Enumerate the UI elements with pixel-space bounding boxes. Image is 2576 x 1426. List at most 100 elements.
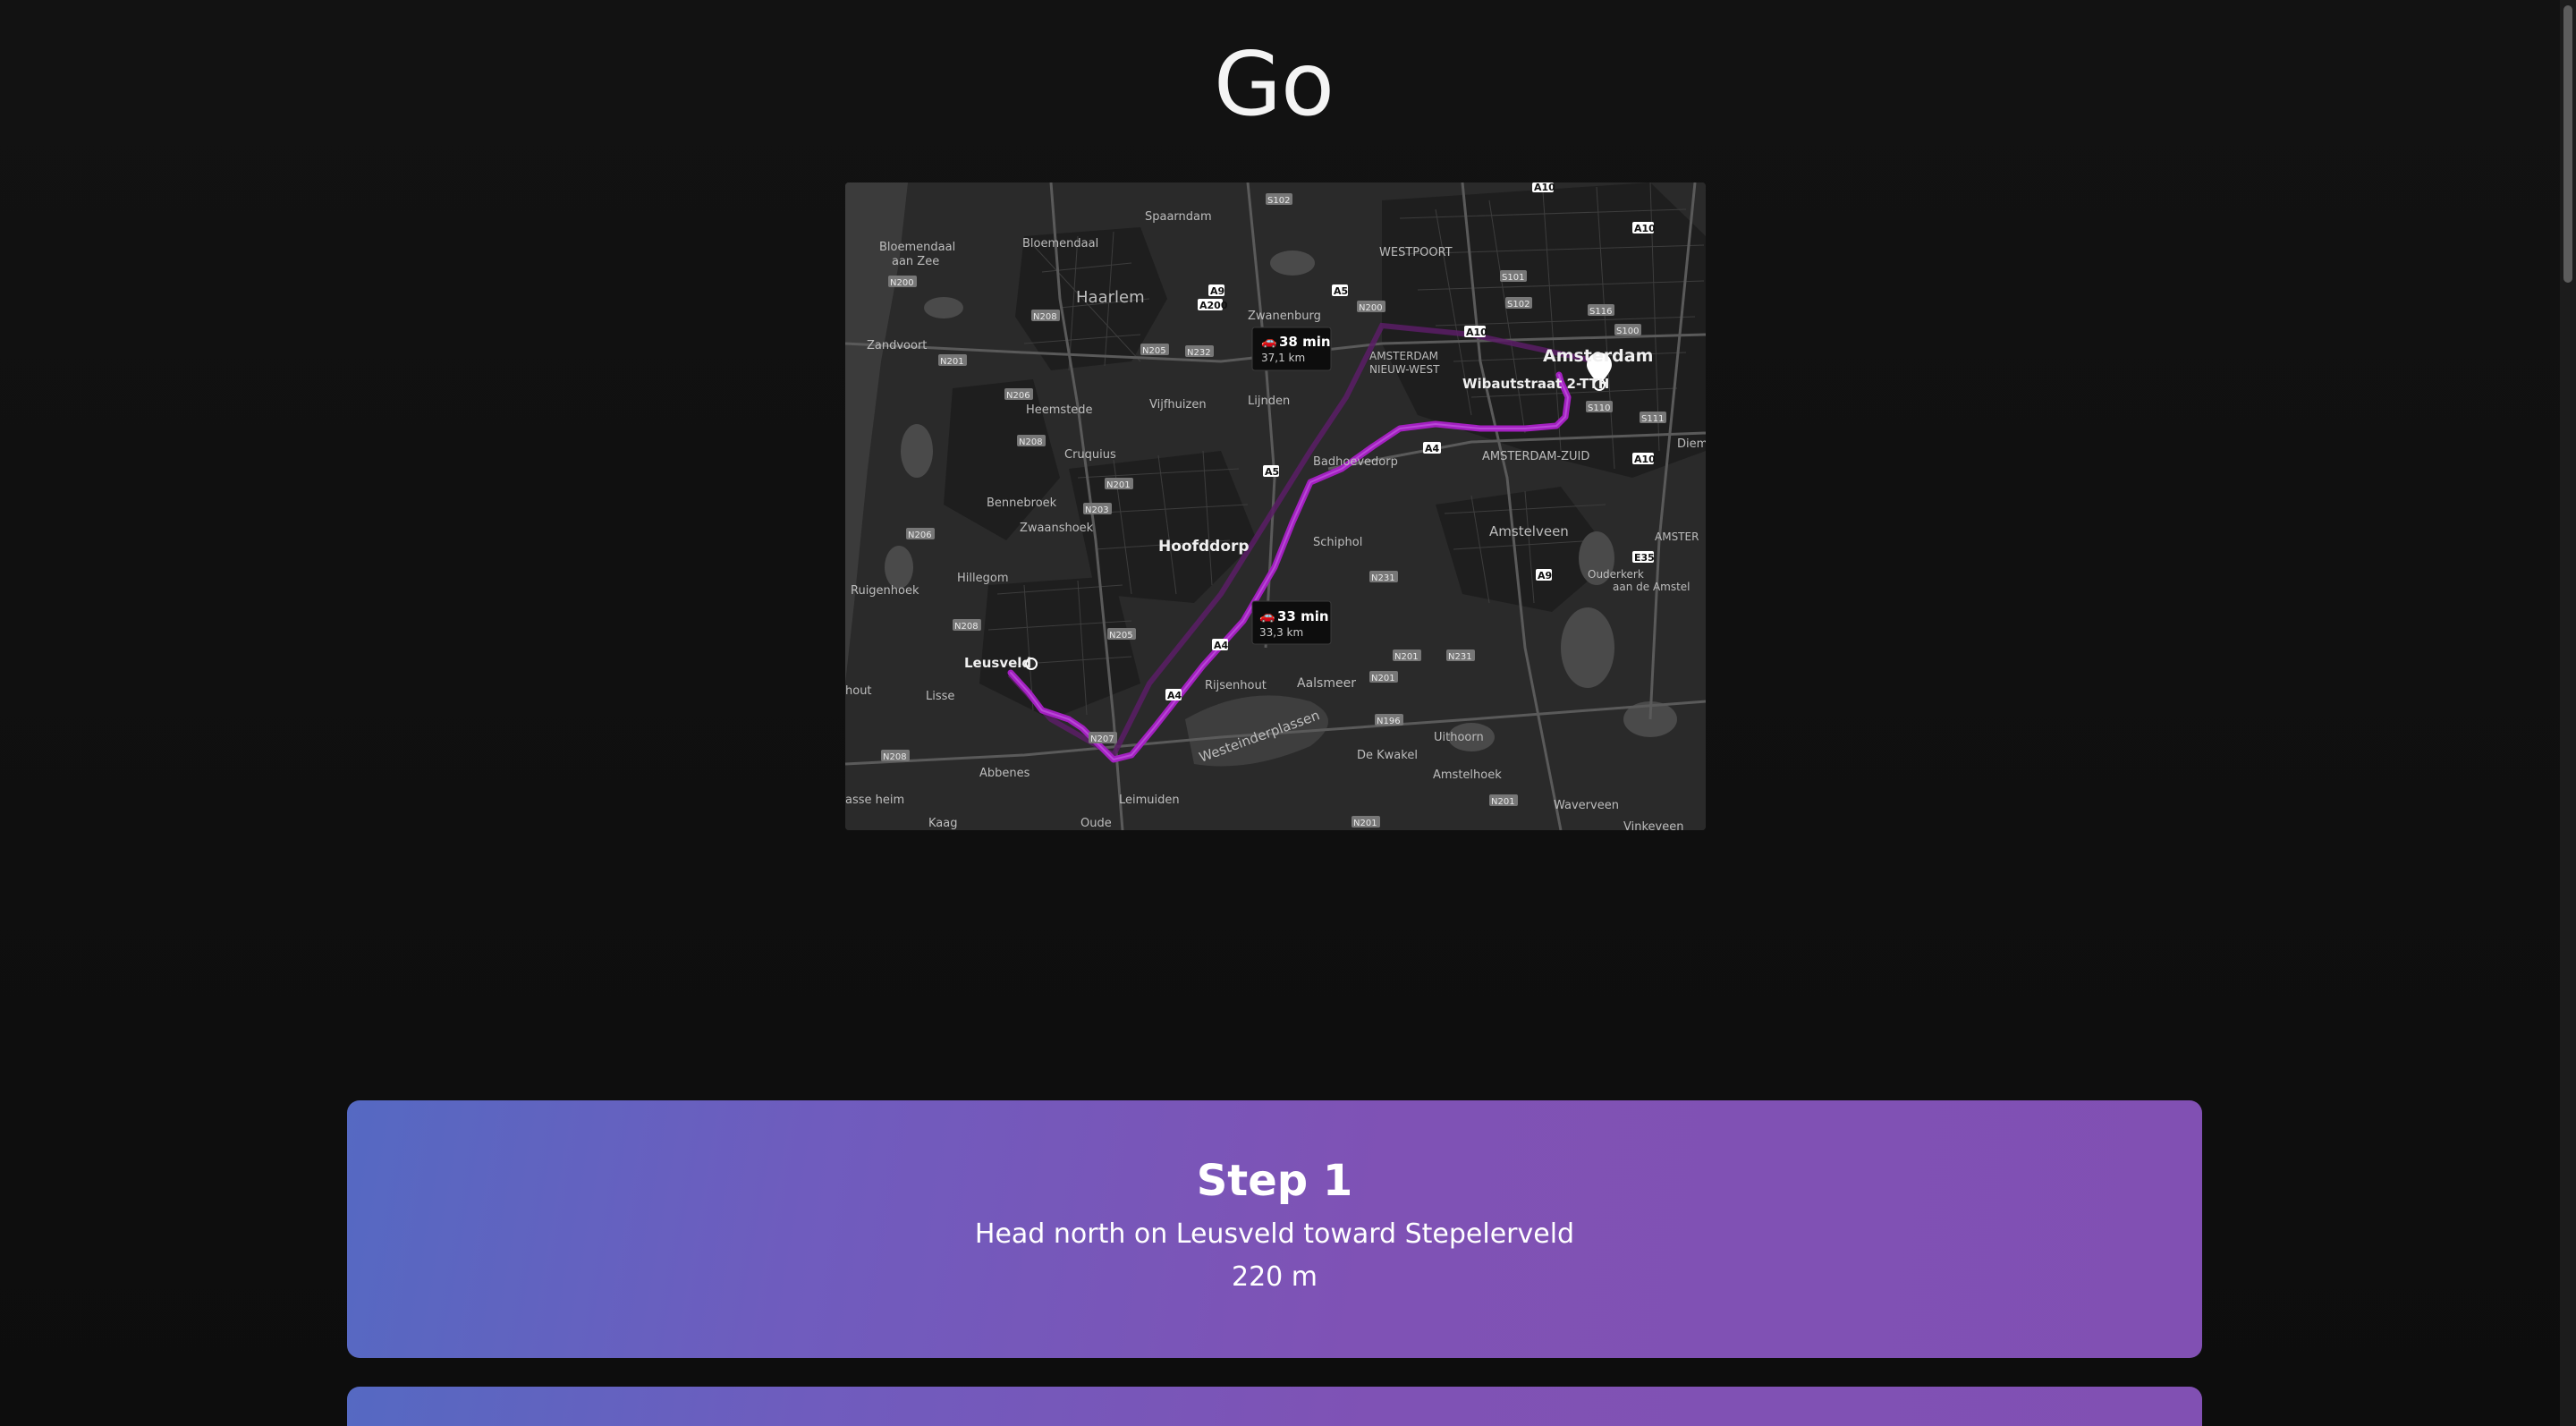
- highway-shield: A9: [1208, 284, 1224, 297]
- highway-shield: A9: [1536, 569, 1552, 581]
- place-label: Zwaanshoek: [1020, 522, 1094, 535]
- highway-shield: A10: [1464, 326, 1487, 338]
- svg-text:N208: N208: [883, 752, 907, 762]
- place-label: Zwanenburg: [1248, 310, 1321, 323]
- scrollbar[interactable]: [2560, 0, 2576, 1426]
- svg-text:N231: N231: [1448, 652, 1472, 662]
- highway-shield: A4: [1212, 639, 1229, 651]
- road-shield: N201: [1489, 794, 1518, 807]
- place-label: Amsterdam: [1543, 346, 1653, 366]
- svg-text:S101: S101: [1502, 273, 1524, 283]
- svg-text:A200: A200: [1199, 300, 1228, 311]
- alt-route-time: 38 min: [1279, 334, 1331, 350]
- svg-text:A10: A10: [1466, 327, 1487, 338]
- place-label: WESTPOORT: [1379, 246, 1453, 259]
- map-canvas[interactable]: Wibautstraat 2-TTH Leusveld 🚗 38 min 37,…: [845, 182, 1706, 830]
- road-shield: N206: [1004, 388, 1033, 401]
- svg-text:A10: A10: [1534, 182, 1555, 193]
- place-label: Diem: [1677, 437, 1706, 451]
- svg-text:N208: N208: [1019, 437, 1043, 447]
- highway-shield: A10: [1632, 222, 1656, 234]
- place-label: Rijsenhout: [1205, 679, 1267, 692]
- road-shield: N205: [1140, 344, 1169, 356]
- main-route-info[interactable]: 🚗 33 min 33,3 km: [1251, 600, 1332, 645]
- place-label: Lijnden: [1248, 395, 1290, 408]
- main-route-time: 33 min: [1277, 608, 1329, 624]
- place-label: Aalsmeer: [1297, 676, 1356, 691]
- place-label: AMSTERDAM-ZUID: [1482, 450, 1589, 463]
- route-map[interactable]: Wibautstraat 2-TTH Leusveld 🚗 38 min 37,…: [845, 182, 1706, 830]
- place-label: Spaarndam: [1145, 210, 1212, 224]
- highway-shield: A5: [1263, 465, 1279, 478]
- car-icon: 🚗: [1259, 609, 1275, 624]
- place-label: Lisse: [926, 690, 954, 703]
- place-label: Bloemendaal: [1022, 237, 1098, 250]
- step-title: [347, 1387, 2202, 1426]
- highway-shield: A5: [1332, 284, 1348, 297]
- place-label: Leimuiden: [1119, 794, 1180, 807]
- step-card[interactable]: [347, 1387, 2202, 1426]
- road-shield: S111: [1640, 412, 1666, 424]
- svg-text:N206: N206: [908, 531, 932, 540]
- road-shield: N200: [1357, 301, 1385, 313]
- svg-text:A4: A4: [1167, 690, 1182, 701]
- svg-text:A9: A9: [1538, 570, 1552, 581]
- svg-text:N201: N201: [940, 357, 964, 367]
- svg-text:A10: A10: [1634, 223, 1656, 234]
- highway-shield: E35: [1632, 551, 1655, 564]
- svg-text:A5: A5: [1334, 285, 1348, 297]
- svg-text:N208: N208: [954, 622, 979, 632]
- place-label: Bloemendaal: [879, 241, 955, 254]
- place-label: Cruquius: [1064, 448, 1116, 462]
- place-label: AMSTER: [1655, 531, 1699, 543]
- road-shield: N231: [1369, 571, 1398, 583]
- road-shield: N203: [1083, 503, 1112, 515]
- road-shield: N200: [888, 276, 917, 288]
- page: Go Wibautstraat 2-TTH Leusveld 🚗 38 min …: [0, 0, 2560, 1426]
- highway-shield: A10: [1632, 453, 1656, 465]
- place-label: Bennebroek: [987, 497, 1057, 510]
- highway-shield: A4: [1423, 442, 1441, 454]
- place-label: Schiphol: [1313, 536, 1362, 549]
- road-shield: S102: [1505, 297, 1532, 310]
- svg-text:S102: S102: [1507, 300, 1530, 310]
- step-card[interactable]: Step 1 Head north on Leusveld toward Ste…: [347, 1100, 2202, 1358]
- svg-text:S116: S116: [1589, 307, 1612, 317]
- road-shield: S116: [1588, 304, 1614, 317]
- road-shield: N231: [1446, 649, 1475, 662]
- road-shield: N207: [1089, 732, 1117, 744]
- place-label: Oude: [1080, 817, 1112, 830]
- svg-text:N205: N205: [1142, 346, 1166, 356]
- road-shield: N201: [1352, 816, 1380, 828]
- place-label: Haarlem: [1076, 288, 1145, 307]
- svg-text:N201: N201: [1106, 480, 1131, 490]
- svg-text:N201: N201: [1491, 797, 1515, 807]
- place-label: Ouderkerk: [1588, 568, 1644, 581]
- svg-text:N208: N208: [1033, 312, 1057, 322]
- scrollbar-thumb[interactable]: [2563, 5, 2572, 283]
- road-shield: N208: [881, 750, 910, 762]
- svg-text:N201: N201: [1394, 652, 1419, 662]
- place-label: Ruigenhoek: [851, 584, 919, 598]
- highway-shield: A4: [1165, 689, 1182, 701]
- place-label: Amstelhoek: [1433, 768, 1502, 782]
- page-title: Go: [1214, 34, 1335, 136]
- road-shield: N201: [938, 354, 967, 367]
- road-shield: S110: [1586, 401, 1613, 413]
- destination-label: Wibautstraat 2-TTH: [1462, 376, 1609, 392]
- place-label: Heemstede: [1026, 403, 1093, 417]
- place-label: Vijfhuizen: [1149, 398, 1207, 412]
- place-label: hout: [845, 684, 872, 698]
- road-shield: S102: [1266, 193, 1292, 206]
- place-label: Badhoevedorp: [1313, 455, 1398, 469]
- road-shield: N206: [906, 528, 935, 540]
- svg-text:E35: E35: [1634, 552, 1655, 564]
- road-shield: N196: [1375, 714, 1403, 726]
- alt-route-info[interactable]: 🚗 38 min 37,1 km: [1251, 327, 1332, 371]
- svg-text:S100: S100: [1616, 327, 1639, 336]
- place-label: Waverveen: [1554, 799, 1619, 812]
- svg-text:N200: N200: [890, 278, 914, 288]
- main-route-distance: 33,3 km: [1259, 626, 1303, 639]
- place-label: aan Zee: [892, 255, 939, 268]
- highway-shield: A10: [1532, 182, 1555, 193]
